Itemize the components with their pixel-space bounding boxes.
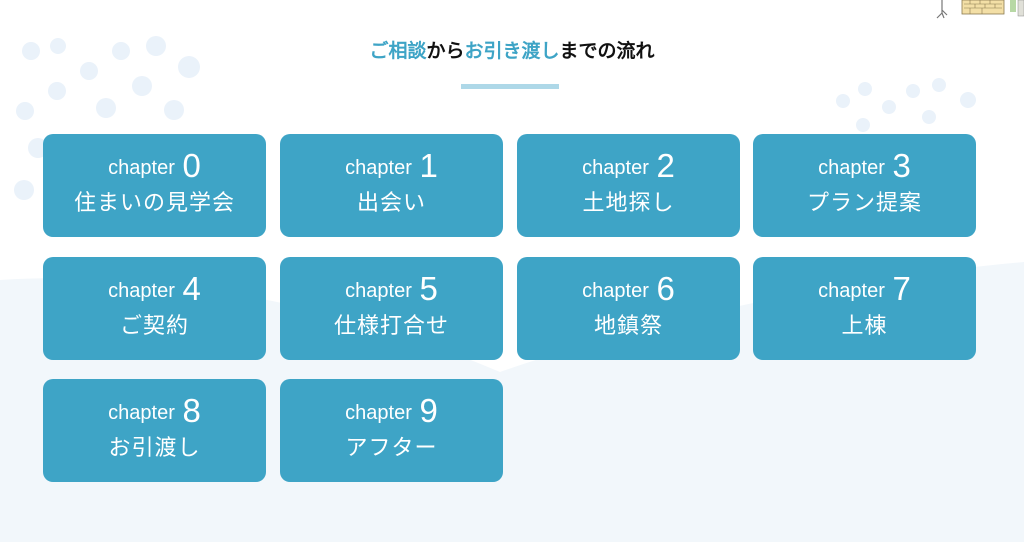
dot (48, 82, 66, 100)
chapter-label: chapter 6 (517, 271, 740, 309)
chapter-number: 5 (419, 270, 438, 307)
dot (922, 110, 936, 124)
chapter-prefix: chapter (108, 157, 175, 179)
chapter-label: chapter 5 (280, 271, 503, 309)
chapter-title: 出会い (356, 191, 426, 216)
chapter-label: chapter 2 (517, 148, 740, 186)
chapter-title: お引渡し (108, 436, 201, 461)
chapter-prefix: chapter (345, 402, 412, 424)
chapter-label: chapter 4 (43, 271, 266, 309)
chapter-0-button[interactable]: chapter 0 住まいの見学会 (43, 134, 266, 237)
title-part-from: から (426, 40, 465, 62)
title-part-consultation: ご相談 (369, 40, 427, 62)
chapter-number: 6 (656, 270, 675, 307)
chapter-title: 住まいの見学会 (73, 191, 235, 216)
chapter-2-button[interactable]: chapter 2 土地探し (517, 134, 740, 237)
chapter-4-button[interactable]: chapter 4 ご契約 (43, 257, 266, 360)
chapter-number: 3 (892, 147, 911, 184)
dot (164, 100, 184, 120)
chapter-title: ご契約 (119, 314, 189, 339)
dot (906, 84, 920, 98)
chapter-number: 1 (419, 147, 438, 184)
chapter-label: chapter 3 (753, 148, 976, 186)
chapter-3-button[interactable]: chapter 3 プラン提案 (753, 134, 976, 237)
dot (960, 92, 976, 108)
chapter-title: 地鎮祭 (593, 314, 663, 339)
chapter-title: アフター (345, 436, 438, 461)
chapter-6-button[interactable]: chapter 6 地鎮祭 (517, 257, 740, 360)
chapter-1-button[interactable]: chapter 1 出会い (280, 134, 503, 237)
dot (80, 62, 98, 80)
dot (132, 76, 152, 96)
chapter-title: 仕様打合せ (333, 314, 449, 339)
chapter-number: 8 (182, 392, 201, 429)
title-part-flow: までの流れ (559, 40, 655, 62)
chapter-8-button[interactable]: chapter 8 お引渡し (43, 379, 266, 482)
chapter-prefix: chapter (345, 280, 412, 302)
chapter-7-button[interactable]: chapter 7 上棟 (753, 257, 976, 360)
chapter-title: プラン提案 (806, 191, 922, 216)
chapter-label: chapter 7 (753, 271, 976, 309)
chapter-label: chapter 8 (43, 393, 266, 431)
dot (932, 78, 946, 92)
dot (16, 102, 34, 120)
dot (858, 82, 872, 96)
dot (96, 98, 116, 118)
chapter-label: chapter 0 (43, 148, 266, 186)
chapter-prefix: chapter (582, 280, 649, 302)
chapter-prefix: chapter (818, 280, 885, 302)
dot (856, 118, 870, 132)
tree-trunk-icon (936, 0, 948, 19)
chapter-label: chapter 1 (280, 148, 503, 186)
house-illustration (936, 0, 1024, 19)
page-title: ご相談からお引き渡しまでの流れ (0, 36, 1024, 63)
dot (836, 94, 850, 108)
chapter-title: 上棟 (841, 314, 888, 339)
chapter-prefix: chapter (108, 402, 175, 424)
house-wall (961, 0, 1005, 15)
chapter-prefix: chapter (345, 157, 412, 179)
dot (14, 180, 34, 200)
chapter-number: 9 (419, 392, 438, 429)
chapter-number: 4 (182, 270, 201, 307)
chapter-prefix: chapter (108, 280, 175, 302)
chapter-number: 0 (182, 147, 201, 184)
chapter-5-button[interactable]: chapter 5 仕様打合せ (280, 257, 503, 360)
chapter-label: chapter 9 (280, 393, 503, 431)
title-part-handover: お引き渡し (464, 40, 560, 62)
title-underline (461, 84, 559, 89)
chapter-title: 土地探し (582, 191, 675, 216)
chapter-prefix: chapter (818, 157, 885, 179)
chapter-number: 2 (656, 147, 675, 184)
dot (882, 100, 896, 114)
chapter-prefix: chapter (582, 157, 649, 179)
chapter-number: 7 (892, 270, 911, 307)
chapter-9-button[interactable]: chapter 9 アフター (280, 379, 503, 482)
